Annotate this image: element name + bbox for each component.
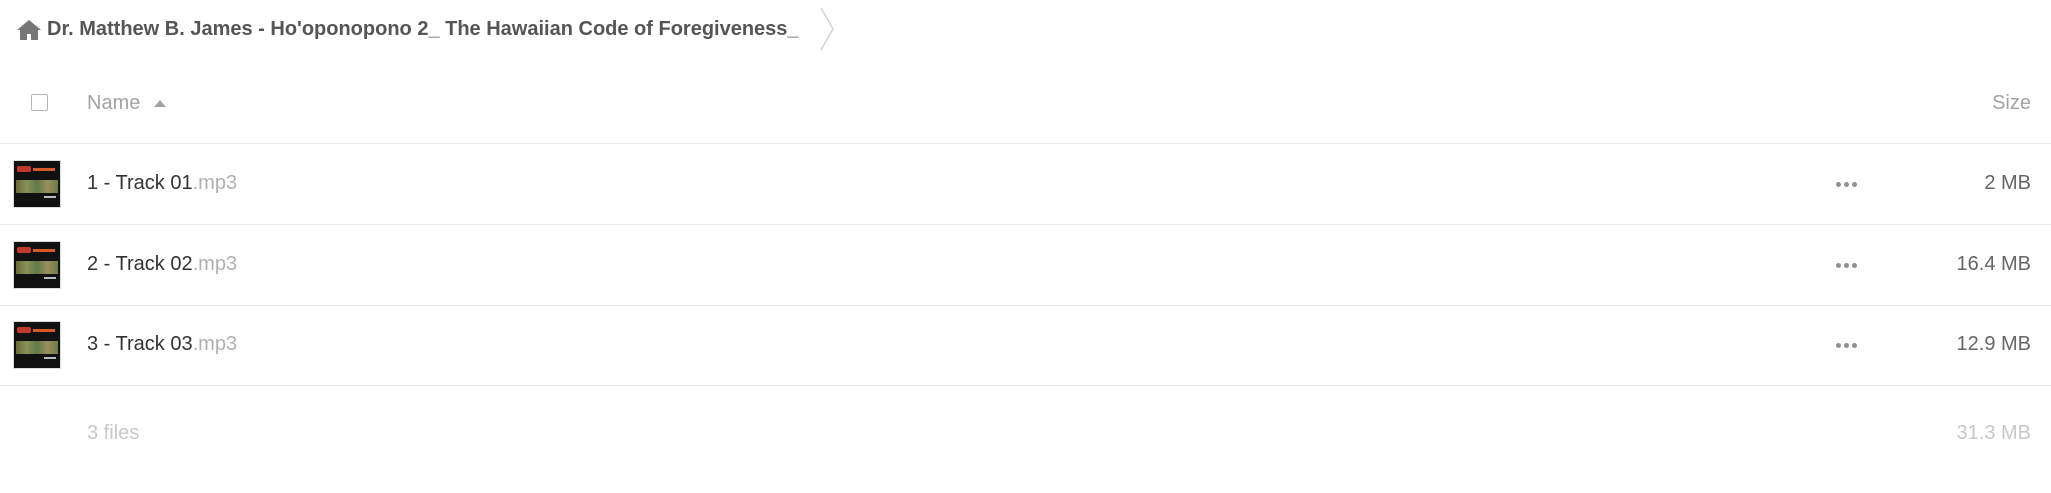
album-art-thumbnail: [13, 160, 61, 208]
file-row[interactable]: 2 - Track 02.mp3 16.4 MB: [0, 225, 2051, 306]
table-header: Name Size: [0, 62, 2051, 144]
file-extension: .mp3: [192, 253, 238, 275]
more-options-icon[interactable]: [1836, 335, 1860, 355]
more-options-icon[interactable]: [1836, 255, 1860, 275]
file-extension: .mp3: [192, 172, 238, 194]
file-name[interactable]: 1 - Track 01.mp3: [87, 172, 237, 195]
file-base-name: 2 - Track 02: [87, 253, 193, 275]
file-name[interactable]: 3 - Track 03.mp3: [87, 333, 237, 356]
file-browser: Dr. Matthew B. James - Ho'oponopono 2_ T…: [0, 0, 2051, 493]
select-all-checkbox[interactable]: [31, 94, 48, 111]
summary-row: 3 files 31.3 MB: [0, 385, 2051, 445]
sort-ascending-icon: [154, 100, 167, 107]
name-column-label: Name: [87, 92, 141, 114]
file-name[interactable]: 2 - Track 02.mp3: [87, 253, 237, 276]
breadcrumb: Dr. Matthew B. James - Ho'oponopono 2_ T…: [0, 0, 2051, 62]
name-column-header[interactable]: Name: [87, 92, 167, 115]
file-size: 12.9 MB: [1956, 333, 2031, 355]
file-extension: .mp3: [192, 333, 238, 355]
more-options-icon[interactable]: [1836, 174, 1860, 194]
size-column-header[interactable]: Size: [1992, 92, 2031, 115]
file-base-name: 3 - Track 03: [87, 333, 193, 355]
file-row[interactable]: 1 - Track 01.mp3 2 MB: [0, 144, 2051, 225]
file-base-name: 1 - Track 01: [87, 172, 193, 194]
breadcrumb-folder-title[interactable]: Dr. Matthew B. James - Ho'oponopono 2_ T…: [47, 18, 799, 41]
file-count: 3 files: [87, 422, 140, 444]
file-size: 2 MB: [1984, 172, 2031, 194]
album-art-thumbnail: [13, 241, 61, 289]
total-size: 31.3 MB: [1956, 422, 2031, 444]
album-art-thumbnail: [13, 321, 61, 369]
home-icon[interactable]: [16, 19, 42, 41]
file-size: 16.4 MB: [1956, 253, 2031, 275]
file-row[interactable]: 3 - Track 03.mp3 12.9 MB: [0, 305, 2051, 386]
breadcrumb-separator-icon: [820, 7, 834, 51]
